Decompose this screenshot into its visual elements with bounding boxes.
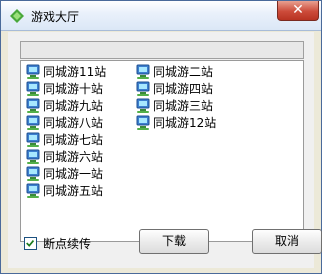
server-item-label: 同城游十站 — [43, 82, 104, 96]
server-icon — [26, 64, 40, 79]
cancel-button[interactable]: 取消 — [252, 229, 322, 254]
server-item-label: 同城游六站 — [43, 150, 104, 164]
server-item[interactable]: 同城游五站 — [25, 182, 106, 199]
check-icon — [26, 239, 35, 247]
server-icon — [136, 115, 150, 130]
server-icon — [26, 149, 40, 164]
server-item[interactable]: 同城游十站 — [25, 80, 106, 97]
server-item[interactable]: 同城游九站 — [25, 97, 106, 114]
close-icon: ✕ — [292, 2, 304, 18]
server-icon — [26, 166, 40, 181]
server-item-label: 同城游一站 — [43, 167, 104, 181]
title-bar[interactable]: 游戏大厅 ✕ — [1, 1, 321, 31]
server-item[interactable]: 同城游三站 — [135, 97, 216, 114]
server-icon — [136, 98, 150, 113]
server-item-label: 同城游七站 — [43, 133, 104, 147]
server-item[interactable]: 同城游八站 — [25, 114, 106, 131]
server-item-label: 同城游11站 — [43, 65, 107, 79]
server-item-label: 同城游九站 — [43, 99, 104, 113]
server-item-label: 同城游三站 — [153, 99, 214, 113]
server-item[interactable]: 同城游二站 — [135, 63, 216, 80]
game-hall-window: 游戏大厅 ✕ 同城游11站 同城游十站 同城游九站 同城游八站 同城游七站 同城游六站 同城… — [0, 0, 322, 274]
server-icon — [26, 115, 40, 130]
path-field[interactable] — [20, 41, 304, 59]
app-icon — [10, 9, 24, 23]
resume-label: 断点续传 — [43, 237, 92, 251]
server-icon — [26, 98, 40, 113]
server-icon — [26, 81, 40, 96]
server-item[interactable]: 同城游一站 — [25, 165, 106, 182]
server-icon — [26, 132, 40, 147]
server-column-2: 同城游二站同城游四站同城游三站同城游12站 — [135, 63, 216, 131]
resume-checkbox[interactable] — [24, 237, 37, 250]
server-item-label: 同城游二站 — [153, 65, 214, 79]
client-area: 同城游11站 同城游十站同城游九站同城游八站同城游七站同城游六站同城游一站同城游五… — [8, 32, 322, 268]
server-icon — [26, 183, 40, 198]
server-item[interactable]: 同城游12站 — [135, 114, 216, 131]
window-title: 游戏大厅 — [31, 10, 80, 24]
server-item-label: 同城游四站 — [153, 82, 214, 96]
close-button[interactable]: ✕ — [277, 1, 319, 21]
server-item-label: 同城游八站 — [43, 116, 104, 130]
server-item[interactable]: 同城游四站 — [135, 80, 216, 97]
download-button[interactable]: 下载 — [139, 229, 209, 254]
server-column-1: 同城游11站 同城游十站同城游九站同城游八站同城游七站同城游六站同城游一站同城游五… — [25, 63, 106, 199]
server-icon — [136, 64, 150, 79]
server-item[interactable]: 同城游七站 — [25, 131, 106, 148]
resume-option[interactable]: 断点续传 — [24, 235, 91, 252]
server-icon — [136, 81, 150, 96]
server-list[interactable]: 同城游11站 同城游十站同城游九站同城游八站同城游七站同城游六站同城游一站同城游五… — [20, 60, 304, 242]
server-item[interactable]: 同城游六站 — [25, 148, 106, 165]
server-item-label: 同城游12站 — [153, 116, 217, 130]
server-item-label: 同城游五站 — [43, 184, 104, 198]
server-item[interactable]: 同城游11站 — [25, 63, 106, 80]
